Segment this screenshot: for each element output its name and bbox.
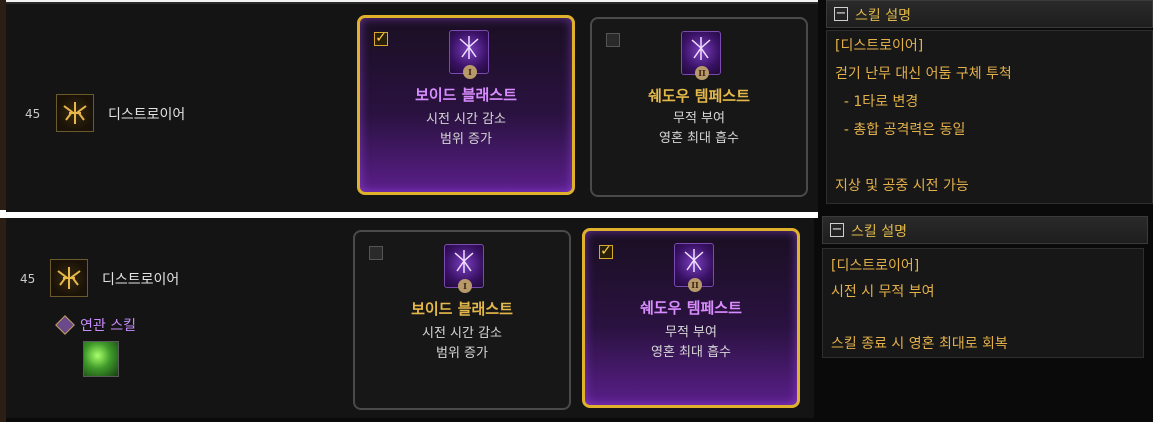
green-soul-skill-icon[interactable]	[83, 341, 119, 377]
description-line: 지상 및 공중 시전 가능	[835, 178, 969, 194]
description-line: - 1타로 변경	[835, 94, 919, 110]
option-card-shadow-tempest[interactable]: II 쉐도우 템페스트 무적 부여 영혼 최대 흡수	[590, 17, 808, 197]
collapse-icon[interactable]: −	[834, 7, 848, 21]
shadow-tempest-rune-icon: II	[674, 243, 714, 292]
skill-description-header: − 스킬 설명	[822, 216, 1148, 244]
option-desc-line: 영혼 최대 흡수	[658, 131, 740, 146]
skill-description-header: − 스킬 설명	[826, 0, 1153, 28]
skill-description-panel: [디스트로이어] 걷기 난무 대신 어둠 구체 투척 - 1타로 변경 - 총합…	[826, 30, 1153, 204]
rune-numeral: II	[695, 66, 709, 80]
description-line: - 총합 공격력은 동일	[835, 122, 966, 138]
option-title: 보이드 블래스트	[415, 86, 517, 104]
option-title: 쉐도우 템페스트	[648, 87, 750, 105]
destroyer-rune-icon	[50, 259, 88, 297]
option-desc-line: 영혼 최대 흡수	[650, 345, 732, 360]
shadow-tempest-rune-icon: II	[681, 31, 721, 80]
option-card-shadow-tempest[interactable]: ✓ II 쉐도우 템페스트 무적 부여 영혼 최대 흡수	[582, 228, 800, 408]
rune-numeral: I	[463, 65, 477, 79]
option-checkbox[interactable]	[369, 246, 383, 260]
option-title: 쉐도우 템페스트	[640, 299, 742, 317]
rune-numeral: II	[688, 278, 702, 292]
description-line: 스킬 종료 시 영혼 최대로 회복	[831, 336, 1008, 352]
panel-title: 스킬 설명	[855, 8, 911, 24]
option-desc-line: 시전 시간 감소	[425, 112, 507, 127]
description-line: [디스트로이어]	[831, 258, 920, 274]
option-desc-line: 시전 시간 감소	[421, 326, 503, 341]
related-skill-label: 연관 스킬	[80, 318, 136, 334]
collapse-icon[interactable]: −	[830, 223, 844, 237]
option-card-void-blast[interactable]: ✓ I 보이드 블래스트 시전 시간 감소 범위 증가	[357, 15, 575, 195]
option-desc-line: 무적 부여	[665, 325, 717, 340]
option-checkbox[interactable]	[606, 33, 620, 47]
option-card-void-blast[interactable]: I 보이드 블래스트 시전 시간 감소 범위 증가	[353, 230, 571, 410]
option-title: 보이드 블래스트	[411, 300, 513, 318]
description-line: [디스트로이어]	[835, 38, 924, 54]
description-line: 시전 시 무적 부여	[831, 284, 935, 300]
option-desc-line: 범위 증가	[436, 346, 488, 361]
void-blast-rune-icon: I	[449, 30, 489, 79]
skill-level: 45	[25, 107, 41, 121]
panel-title: 스킬 설명	[851, 224, 907, 240]
void-blast-rune-icon: I	[444, 244, 484, 293]
option-checkbox[interactable]: ✓	[599, 244, 613, 259]
skill-name: 디스트로이어	[108, 107, 186, 123]
description-line: 걷기 난무 대신 어둠 구체 투척	[835, 66, 1012, 82]
rune-numeral: I	[458, 279, 472, 293]
skill-description-panel: [디스트로이어] 시전 시 무적 부여 스킬 종료 시 영혼 최대로 회복	[822, 248, 1144, 358]
option-desc-line: 범위 증가	[440, 132, 492, 147]
destroyer-rune-icon	[56, 94, 94, 132]
option-desc-line: 무적 부여	[673, 111, 725, 126]
skill-level: 45	[20, 272, 36, 286]
option-checkbox[interactable]: ✓	[374, 31, 388, 46]
skill-name: 디스트로이어	[102, 272, 180, 288]
